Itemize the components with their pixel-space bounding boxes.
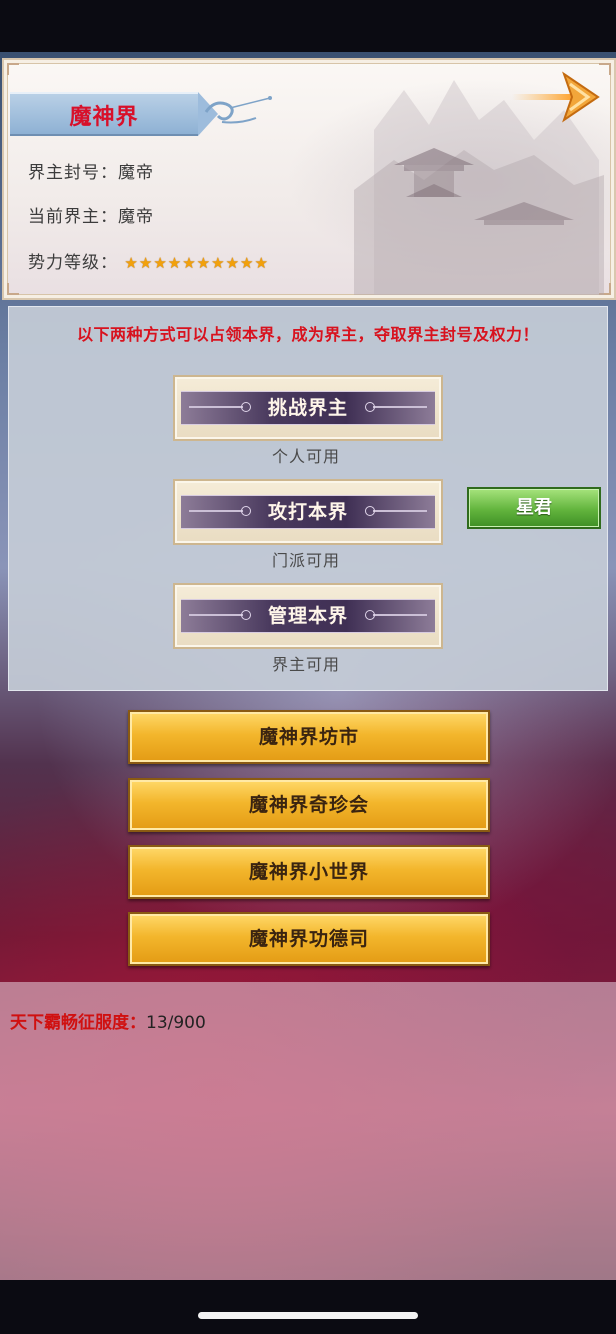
realm-info-panel: 魔神界 界主封号：魔帝 当前界主：魔帝 势力等级： ★★★★★★★★★★ (2, 58, 616, 300)
realm-lord-row: 当前界主：魔帝 (28, 202, 154, 227)
realm-title-label: 界主封号： (28, 163, 118, 183)
realm-treasure-auction-button[interactable]: 魔神界奇珍会 (128, 778, 490, 832)
star-icon: ★ (167, 254, 183, 272)
manage-realm-label: 管理本界 (267, 605, 348, 627)
realm-lord-label: 当前界主： (28, 207, 118, 227)
star-icon: ★ (211, 254, 226, 272)
cloud-swirl-icon (204, 96, 272, 124)
conquest-progress: 天下霸畅征服度：13/900 (10, 1008, 206, 1033)
star-icon: ★ (240, 254, 255, 272)
realm-small-world-button[interactable]: 魔神界小世界 (128, 845, 490, 899)
star-icon: ★ (124, 254, 139, 272)
attack-realm-button[interactable]: 攻打本界 (173, 479, 443, 545)
star-icon: ★ (196, 254, 212, 272)
occupy-notice: 以下两种方式可以占领本界，成为界主，夺取界主封号及权力！ (76, 325, 539, 344)
realm-title-row: 界主封号：魔帝 (28, 158, 154, 183)
star-icon: ★ (225, 254, 241, 272)
realm-name: 魔神界 (69, 105, 139, 130)
conquest-value: 13/900 (146, 1013, 206, 1033)
challenge-lord-button[interactable]: 挑战界主 (173, 375, 443, 441)
realm-merit-office-button[interactable]: 魔神界功德司 (128, 912, 490, 966)
challenge-lord-note: 个人可用 (271, 447, 340, 466)
rank-xingjun-button[interactable]: 星君 (467, 487, 601, 529)
power-level-stars: ★★★★★★★★★★ (124, 253, 269, 273)
attack-realm-label: 攻打本界 (267, 501, 348, 523)
conquest-label: 天下霸畅征服度： (10, 1013, 146, 1033)
realm-market-button[interactable]: 魔神界坊市 (128, 710, 490, 764)
star-icon: ★ (138, 254, 154, 272)
manage-realm-note: 界主可用 (271, 655, 340, 674)
star-icon: ★ (153, 254, 168, 272)
star-icon: ★ (182, 254, 197, 272)
realm-lord-value: 魔帝 (118, 207, 154, 227)
star-icon: ★ (254, 254, 269, 272)
challenge-lord-label: 挑战界主 (267, 397, 348, 419)
power-level-row: 势力等级： ★★★★★★★★★★ (28, 248, 269, 273)
realm-title-value: 魔帝 (118, 163, 154, 183)
corner-ornament (7, 283, 19, 295)
occupy-panel: 以下两种方式可以占领本界，成为界主，夺取界主封号及权力！ 挑战界主 个人可用 攻… (8, 306, 608, 691)
corner-ornament (7, 63, 19, 75)
game-screen: 魔神界 界主封号：魔帝 当前界主：魔帝 势力等级： ★★★★★★★★★★ 以下两… (0, 52, 616, 1280)
realm-title-banner: 魔神界 (10, 92, 218, 136)
home-indicator[interactable] (198, 1312, 418, 1319)
next-arrow-icon[interactable] (512, 70, 604, 124)
power-level-label: 势力等级： (28, 253, 118, 273)
manage-realm-button[interactable]: 管理本界 (173, 583, 443, 649)
attack-realm-note: 门派可用 (271, 551, 340, 570)
conquest-panel: 天下霸畅征服度：13/900 (0, 982, 616, 1280)
